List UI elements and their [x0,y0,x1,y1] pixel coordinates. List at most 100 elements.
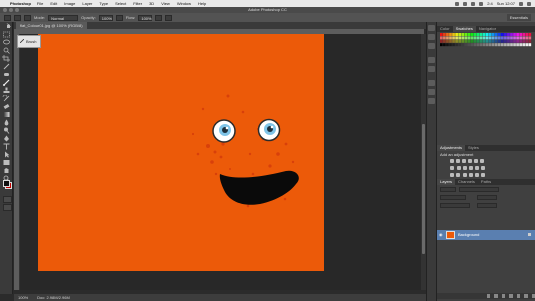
swatch-chip[interactable] [488,33,492,36]
swatch-chip[interactable] [449,43,452,47]
hand-tool[interactable] [2,167,11,174]
swatch-chip[interactable] [470,36,474,40]
swatch-chip[interactable] [461,36,465,40]
gradient-tool[interactable] [2,111,11,118]
volume-icon[interactable] [479,1,484,6]
layer-opacity-field[interactable] [477,195,497,200]
foreground-color-swatch[interactable] [3,180,10,187]
menu-select[interactable]: Select [115,1,126,6]
swatch-chip[interactable] [455,43,458,47]
eyedropper-tool[interactable] [2,63,11,70]
swatch-chip[interactable] [458,39,461,43]
swatch-chip[interactable] [452,43,455,47]
tab-color[interactable]: Color [437,26,453,32]
properties-panel-icon[interactable] [428,34,435,40]
swatch-chip[interactable] [497,36,501,40]
swatch-chip[interactable] [479,33,483,36]
quick-mask-button[interactable] [3,196,12,203]
swatch-chip[interactable] [470,43,474,47]
history-panel-icon[interactable] [428,25,435,31]
swatch-chip[interactable] [494,43,498,47]
tab-adjustments[interactable]: Adjustments [437,145,466,151]
swatch-chip[interactable] [479,39,483,43]
spotlight-search-icon[interactable] [519,1,523,6]
swatch-chip[interactable] [473,36,477,40]
tab-styles[interactable]: Styles [465,145,482,151]
swatch-chip[interactable] [510,36,513,40]
tab-paths[interactable]: Paths [478,179,494,185]
minimize-window-button[interactable] [9,8,13,12]
swatch-chip[interactable] [461,39,465,43]
layer-fill-field[interactable] [477,203,497,208]
swatch-chip[interactable] [482,39,486,43]
new-group-icon[interactable] [516,294,521,298]
posterize-icon[interactable] [450,173,454,177]
swatch-chip[interactable] [440,33,443,36]
swatch-chip[interactable] [516,43,519,47]
crop-tool[interactable] [1,55,11,62]
swatch-chip[interactable] [458,33,461,36]
flow-field[interactable]: 100% [138,14,153,21]
swatch-chip[interactable] [479,43,483,47]
brush-panel-toggle[interactable] [24,14,31,21]
lock-controls[interactable] [440,203,470,208]
swatch-chip[interactable] [504,43,507,47]
mode-select[interactable]: Normal [48,14,79,21]
shape-tool[interactable] [2,159,11,166]
swatch-chip[interactable] [504,39,507,43]
character-panel-icon[interactable] [428,80,435,86]
swatch-chip[interactable] [452,33,455,36]
eye-icon[interactable]: ◉ [439,233,443,237]
swatch-chip[interactable] [470,39,474,43]
menu-layer[interactable]: Layer [82,1,92,6]
swatch-chip[interactable] [464,36,468,40]
selective-color-icon[interactable] [469,173,474,177]
actions-panel-icon[interactable] [428,43,435,49]
gradient-map-icon[interactable] [463,173,468,177]
tab-channels[interactable]: Channels [455,179,478,185]
swatch-chip[interactable] [501,43,504,47]
swatch-chip[interactable] [467,43,471,47]
swatch-chip[interactable] [464,43,468,47]
swatch-chip[interactable] [476,33,480,36]
adjustment-layer-icon[interactable] [509,294,513,298]
swatch-chip[interactable] [446,43,449,47]
swatches-grid[interactable] [440,33,532,47]
swatch-chip[interactable] [446,33,449,36]
swatch-chip[interactable] [488,39,492,43]
swatch-chip[interactable] [461,33,465,36]
layer-name[interactable]: Background [458,230,479,240]
swatch-chip[interactable] [473,43,477,47]
zoom-level[interactable]: 100% [18,295,28,300]
swatch-chip[interactable] [440,39,443,43]
swatch-chip[interactable] [467,39,471,43]
tool-preset-picker[interactable] [4,14,11,21]
dropbox-icon[interactable] [455,1,460,6]
eraser-tool[interactable] [2,103,11,110]
tab-swatches[interactable]: Swatches [452,26,476,32]
document-tab[interactable]: flat_Colour01.jpg @ 100% (RGB/8) [16,22,87,29]
swatch-chip[interactable] [467,36,471,40]
swatch-chip[interactable] [440,43,443,47]
color-balance-icon[interactable] [450,166,454,170]
swatch-chip[interactable] [458,43,461,47]
swatch-chip[interactable] [473,39,477,43]
swatch-chip[interactable] [467,33,471,36]
blur-tool[interactable] [2,119,11,126]
menu-app-name[interactable]: Photoshop [10,1,31,6]
link-layers-icon[interactable] [487,294,491,298]
swatch-chip[interactable] [528,43,532,47]
swatch-chip[interactable] [507,43,510,47]
swatch-chip[interactable] [476,39,480,43]
swatch-chip[interactable] [501,33,504,36]
menu-3d[interactable]: 3D [149,1,154,6]
swatch-chip[interactable] [519,33,522,36]
doc-size[interactable]: Doc: 2.98M/2.96M [37,295,70,300]
zoom-window-button[interactable] [15,8,19,12]
swatch-chip[interactable] [513,33,516,36]
swatch-chip[interactable] [516,39,519,43]
brightness-contrast-icon[interactable] [450,159,454,163]
close-window-button[interactable] [3,8,7,12]
swatch-chip[interactable] [519,43,522,47]
swatch-chip[interactable] [491,39,495,43]
